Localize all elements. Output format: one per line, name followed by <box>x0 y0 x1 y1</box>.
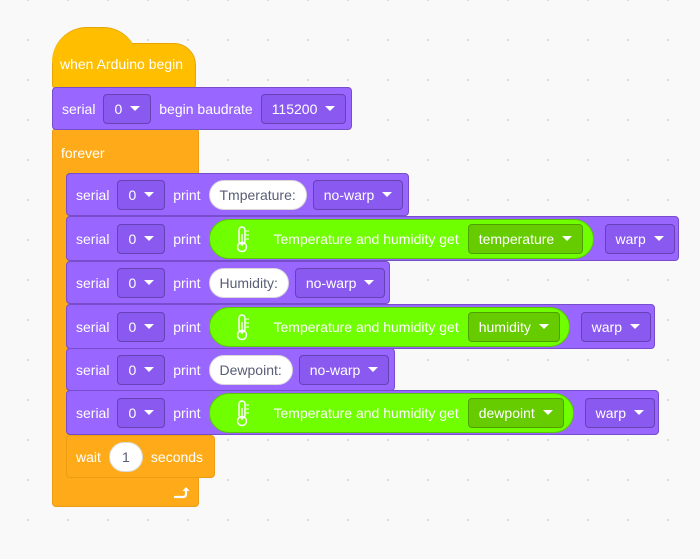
serial-label: serial <box>76 274 110 291</box>
print-label: print <box>173 318 201 335</box>
serial-begin-block[interactable]: serial 0 begin baudrate 115200 <box>52 87 352 130</box>
chevron-down-icon <box>144 367 155 372</box>
print-text-input[interactable]: Dewpoint: <box>208 354 293 385</box>
baudrate-dropdown[interactable]: 115200 <box>260 93 347 124</box>
warp-mode-dropdown[interactable]: warp <box>580 311 651 342</box>
chevron-down-icon <box>653 236 664 241</box>
chevron-down-icon <box>630 324 640 329</box>
sensor-label: Temperature and humidity get <box>273 318 459 335</box>
serial-label: serial <box>76 230 110 247</box>
chevron-down-icon <box>542 410 553 415</box>
serial-port-value: 0 <box>128 404 137 421</box>
chevron-down-icon <box>634 410 644 415</box>
print-label: print <box>173 361 201 378</box>
chevron-down-icon <box>144 280 155 285</box>
wait-label: wait <box>76 448 101 465</box>
sensor-label: Temperature and humidity get <box>273 230 459 247</box>
chevron-down-icon <box>325 106 336 111</box>
serial-port-dropdown[interactable]: 0 <box>117 267 166 298</box>
serial-port-dropdown[interactable]: 0 <box>117 311 166 342</box>
serial-label: serial <box>76 361 110 378</box>
chevron-down-icon <box>382 192 393 197</box>
serial-label: serial <box>76 318 110 335</box>
serial-print-block[interactable]: serial 0 print Dewpoint: no-warp <box>66 348 395 391</box>
temperature-humidity-reporter[interactable]: Temperature and humidity get dewpoint <box>208 392 574 433</box>
serial-port-dropdown[interactable]: 0 <box>117 397 166 428</box>
serial-label: serial <box>76 404 110 421</box>
sensor-value: dewpoint <box>478 404 535 421</box>
warp-mode-dropdown[interactable]: no-warp <box>312 179 404 210</box>
sensor-value: temperature <box>478 230 555 247</box>
chevron-down-icon <box>538 324 549 329</box>
chevron-down-icon <box>562 236 573 241</box>
begin-baudrate-label: begin baudrate <box>159 100 253 117</box>
chevron-down-icon <box>144 236 155 241</box>
chevron-down-icon <box>130 106 141 111</box>
print-text-input[interactable]: Humidity: <box>208 267 289 298</box>
serial-print-sensor-block[interactable]: serial 0 print Temperature and humidity … <box>66 216 679 261</box>
temperature-humidity-reporter[interactable]: Temperature and humidity get humidity <box>208 306 570 347</box>
warp-mode-dropdown[interactable]: no-warp <box>298 354 390 385</box>
warp-mode-dropdown[interactable]: warp <box>584 397 655 428</box>
baudrate-value: 115200 <box>271 100 318 117</box>
serial-label: serial <box>76 186 110 203</box>
sensor-value-dropdown[interactable]: humidity <box>467 311 560 342</box>
warp-mode-dropdown[interactable]: warp <box>604 223 675 254</box>
seconds-label: seconds <box>150 448 204 465</box>
serial-print-block[interactable]: serial 0 print Tmperature: no-warp <box>66 173 409 216</box>
serial-print-sensor-block[interactable]: serial 0 print Temperature and humidity … <box>66 304 655 349</box>
warp-mode-dropdown[interactable]: no-warp <box>294 267 386 298</box>
thermometer-icon <box>236 313 249 340</box>
loop-arrow-icon <box>173 487 190 499</box>
serial-port-dropdown[interactable]: 0 <box>103 93 152 124</box>
chevron-down-icon <box>144 410 155 415</box>
sensor-label: Temperature and humidity get <box>273 404 459 421</box>
sensor-value-dropdown[interactable]: dewpoint <box>467 397 564 428</box>
sensor-value: humidity <box>478 318 531 335</box>
temperature-humidity-reporter[interactable]: Temperature and humidity get temperature <box>208 218 594 259</box>
serial-port-dropdown[interactable]: 0 <box>117 354 166 385</box>
warp-mode-value: no-warp <box>323 186 375 203</box>
sensor-value-dropdown[interactable]: temperature <box>467 223 584 254</box>
warp-mode-value: warp <box>591 318 622 335</box>
hat-label-overlay: when Arduino begin <box>60 56 183 72</box>
serial-port-dropdown[interactable]: 0 <box>117 223 166 254</box>
wait-block[interactable]: wait 1 seconds <box>66 435 215 478</box>
serial-port-value: 0 <box>114 100 123 117</box>
serial-port-value: 0 <box>128 230 137 247</box>
serial-port-dropdown[interactable]: 0 <box>117 179 166 210</box>
serial-label: serial <box>62 100 96 117</box>
thermometer-icon <box>236 225 249 252</box>
thermometer-icon <box>236 399 249 426</box>
chevron-down-icon <box>364 280 375 285</box>
chevron-down-icon <box>144 192 155 197</box>
serial-port-value: 0 <box>128 361 137 378</box>
serial-port-value: 0 <box>128 318 137 335</box>
serial-print-sensor-block[interactable]: serial 0 print Temperature and humidity … <box>66 390 659 435</box>
print-label: print <box>173 186 201 203</box>
warp-mode-value: warp <box>615 230 646 247</box>
serial-print-block[interactable]: serial 0 print Humidity: no-warp <box>66 261 390 304</box>
chevron-down-icon <box>368 367 379 372</box>
print-text-input[interactable]: Tmperature: <box>208 179 307 210</box>
serial-port-value: 0 <box>128 274 137 291</box>
print-label: print <box>173 274 201 291</box>
warp-mode-value: no-warp <box>305 274 357 291</box>
print-label: print <box>173 230 201 247</box>
print-label: print <box>173 404 201 421</box>
forever-label: forever <box>61 145 105 161</box>
serial-port-value: 0 <box>128 186 137 203</box>
wait-seconds-input[interactable]: 1 <box>108 441 143 472</box>
chevron-down-icon <box>144 324 155 329</box>
warp-mode-value: warp <box>595 404 626 421</box>
warp-mode-value: no-warp <box>309 361 361 378</box>
